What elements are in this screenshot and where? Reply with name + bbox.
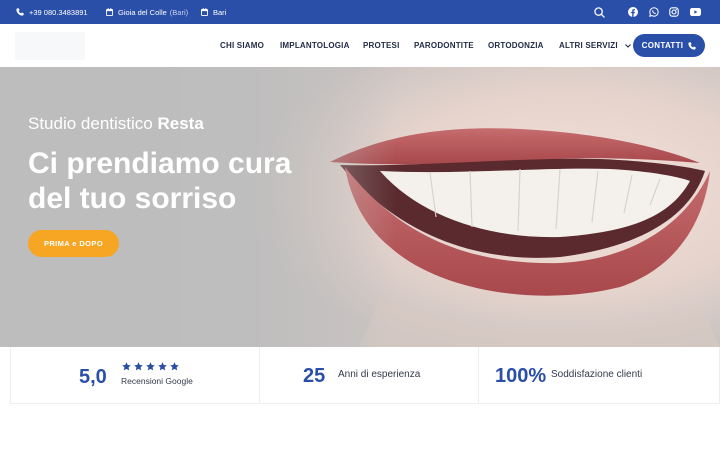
- hero-subtitle-light: Studio dentistico: [28, 114, 153, 133]
- location-bari[interactable]: Bari: [201, 0, 226, 24]
- star-icon: [134, 362, 143, 371]
- contatti-button[interactable]: CONTATTI: [633, 34, 705, 57]
- rating-stars: [122, 362, 179, 371]
- star-icon: [146, 362, 155, 371]
- nav-item-ortodonzia[interactable]: ORTODONZIA: [488, 24, 544, 67]
- location-gioia[interactable]: Gioia del Colle (Bari): [106, 0, 188, 24]
- calendar-icon: [201, 8, 208, 16]
- whatsapp-icon[interactable]: [647, 5, 661, 19]
- nav-item-altri-servizi[interactable]: ALTRI SERVIZI: [559, 24, 632, 67]
- instagram-icon[interactable]: [667, 5, 681, 19]
- satisfaction-label: Soddisfazione clienti: [551, 369, 643, 380]
- stats-divider: [478, 347, 479, 404]
- phone-number: +39 080.3483891: [29, 7, 88, 17]
- hero-title-line2: del tuo sorriso: [28, 182, 237, 215]
- chevron-down-icon: [625, 44, 632, 48]
- nav-item-chi-siamo[interactable]: CHI SIAMO: [220, 24, 264, 67]
- location1-region: (Bari): [169, 7, 189, 17]
- star-icon: [158, 362, 167, 371]
- calendar-icon: [106, 8, 113, 16]
- hero-title-line1: Ci prendiamo cura: [28, 147, 292, 180]
- stats-divider: [259, 347, 260, 404]
- prima-e-dopo-button[interactable]: PRIMA e DOPO: [28, 230, 119, 257]
- years-value: 25: [303, 365, 326, 387]
- hero-subtitle-bold: Resta: [157, 114, 204, 133]
- facebook-icon[interactable]: [626, 5, 640, 19]
- nav-item-altri-servizi-label: ALTRI SERVIZI: [559, 41, 618, 50]
- logo[interactable]: [15, 32, 85, 60]
- rating-value: 5,0: [79, 366, 107, 388]
- years-label: Anni di esperienza: [338, 369, 421, 380]
- main-navigation: CHI SIAMO IMPLANTOLOGIA PROTESI PARODONT…: [0, 24, 720, 67]
- top-bar: +39 080.3483891 Gioia del Colle (Bari) Ba…: [0, 0, 720, 24]
- star-icon: [170, 362, 179, 371]
- location1-city: Gioia del Colle: [118, 7, 167, 17]
- phone-icon: [16, 8, 24, 16]
- nav-item-parodontite[interactable]: PARODONTITE: [414, 24, 474, 67]
- star-icon: [122, 362, 131, 371]
- rating-label: Recensioni Google: [121, 376, 193, 386]
- stats-bar: 5,0 Recensioni Google 25 Anni di esperie…: [10, 347, 720, 404]
- search-icon[interactable]: [592, 5, 606, 19]
- satisfaction-value: 100%: [495, 365, 547, 387]
- location2-name: Bari: [213, 7, 227, 17]
- phone-icon: [688, 41, 696, 50]
- phone-contact[interactable]: +39 080.3483891: [16, 0, 88, 24]
- hero-subtitle: Studio dentistico Resta: [28, 114, 204, 134]
- hero-banner: Studio dentistico Resta Ci prendiamo cur…: [0, 67, 720, 347]
- contatti-label: CONTATTI: [641, 41, 684, 50]
- nav-item-protesi[interactable]: PROTESI: [363, 24, 400, 67]
- youtube-icon[interactable]: [688, 5, 702, 19]
- nav-item-implantologia[interactable]: IMPLANTOLOGIA: [280, 24, 350, 67]
- hero-title: Ci prendiamo cura del tuo sorriso: [28, 146, 348, 216]
